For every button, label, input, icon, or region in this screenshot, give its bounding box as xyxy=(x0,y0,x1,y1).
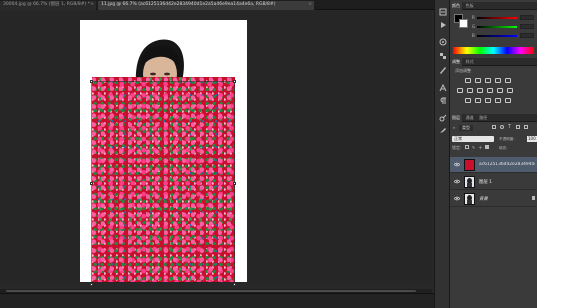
blend-mode-select[interactable]: 正常 xyxy=(452,136,494,142)
layer-thumbnail xyxy=(464,176,475,188)
visibility-eye-icon[interactable] xyxy=(453,179,461,184)
character-icon[interactable] xyxy=(439,83,447,92)
tab-swatches[interactable]: 色板 xyxy=(464,2,476,10)
black-white-icon[interactable] xyxy=(477,88,483,93)
color-balance-icon[interactable] xyxy=(467,88,473,93)
invert-icon[interactable] xyxy=(465,98,471,103)
close-icon[interactable]: × xyxy=(308,1,312,9)
swatches-icon[interactable] xyxy=(439,52,447,60)
layer-thumbnail xyxy=(464,159,475,171)
lock-icon xyxy=(532,196,535,200)
exposure-icon[interactable] xyxy=(495,78,501,83)
gradient-map-icon[interactable] xyxy=(495,98,501,103)
background-color-swatch[interactable] xyxy=(459,19,468,28)
red-value-field[interactable] xyxy=(520,15,534,20)
layers-panel-tabs: 图层 通道 路径 xyxy=(450,114,537,122)
hue-saturation-icon[interactable] xyxy=(457,88,463,93)
vibrance-icon[interactable] xyxy=(505,78,511,83)
opacity-field[interactable]: 100 xyxy=(527,136,537,142)
panels-dock: 颜色 色板 R G B 调整 样式 添加调整 图层 通道 路径 ⌕ 类型 T 正… xyxy=(450,0,537,308)
channel-label-r: R xyxy=(472,15,475,20)
filter-pixel-icon[interactable] xyxy=(492,125,496,129)
panel-icon-strip xyxy=(434,0,450,308)
layer-row[interactable]: 背景 xyxy=(450,191,537,207)
fill-label: 填充: xyxy=(499,146,508,150)
channel-mixer-icon[interactable] xyxy=(497,88,503,93)
visibility-eye-icon[interactable] xyxy=(453,196,461,201)
lock-row: 锁定: ✎ ✛ xyxy=(452,145,490,151)
layer-row[interactable]: ac6125136d42e2834940d1e2a5a46e9ea14a4e6a xyxy=(450,157,537,173)
blue-slider[interactable] xyxy=(477,35,517,37)
layer-name[interactable]: ac6125136d42e2834940d1e2a5a46e9ea14a4e6a xyxy=(479,162,535,167)
tab-styles[interactable]: 样式 xyxy=(464,58,476,66)
document-canvas[interactable] xyxy=(80,20,247,282)
channel-label-b: B xyxy=(472,33,475,38)
document-tab-label: 30004.jpg @ 66.7% (图层 1, RGB/8#) * xyxy=(3,2,90,7)
tab-color[interactable]: 颜色 xyxy=(450,2,462,10)
layer-name[interactable]: 背景 xyxy=(479,196,535,202)
play-icon[interactable] xyxy=(439,21,447,29)
tool-preset-icon[interactable] xyxy=(439,126,447,134)
tab-layers[interactable]: 图层 xyxy=(450,114,462,122)
layer-kind-filter[interactable]: 类型 xyxy=(459,125,473,131)
document-tab-label: 11.jpg @ 66.7% (ac6125136d42e2834940d1e2… xyxy=(101,2,276,7)
filter-shape-icon[interactable] xyxy=(516,125,520,129)
green-value-field[interactable] xyxy=(520,24,534,29)
paragraph-icon[interactable] xyxy=(439,97,447,105)
status-bar xyxy=(0,293,434,308)
curves-icon[interactable] xyxy=(485,78,491,83)
color-lookup-icon[interactable] xyxy=(507,88,513,93)
posterize-icon[interactable] xyxy=(475,98,481,103)
tab-channels[interactable]: 通道 xyxy=(464,114,476,122)
document-tab-bar: 30004.jpg @ 66.7% (图层 1, RGB/8#) * × 11.… xyxy=(0,0,434,10)
adjustments-title: 添加调整 xyxy=(455,68,471,73)
blue-value-field[interactable] xyxy=(520,33,534,38)
layer-thumbnail xyxy=(464,193,475,205)
green-slider[interactable] xyxy=(477,26,517,28)
levels-icon[interactable] xyxy=(475,78,481,83)
document-tab-11[interactable]: 11.jpg @ 66.7% (ac6125136d42e2834940d1e2… xyxy=(98,1,314,10)
filter-type-icon[interactable]: T xyxy=(508,124,511,130)
filter-search-icon[interactable]: ⌕ xyxy=(453,125,455,130)
brightness-contrast-icon[interactable] xyxy=(465,78,471,83)
lock-all-icon[interactable] xyxy=(485,145,490,149)
photo-filter-icon[interactable] xyxy=(487,88,493,93)
tab-adjustments[interactable]: 调整 xyxy=(450,58,462,66)
opacity-label: 不透明度: xyxy=(499,137,515,141)
photoshop-window: 30004.jpg @ 66.7% (图层 1, RGB/8#) * × 11.… xyxy=(0,0,537,308)
threshold-icon[interactable] xyxy=(485,98,491,103)
transform-handle[interactable] xyxy=(233,283,236,286)
red-slider[interactable] xyxy=(477,17,517,19)
transform-handle[interactable] xyxy=(90,283,93,286)
lock-label: 锁定: xyxy=(452,145,462,150)
close-icon[interactable]: × xyxy=(90,1,94,9)
channel-label-g: G xyxy=(472,24,476,29)
document-tab-30004[interactable]: 30004.jpg @ 66.7% (图层 1, RGB/8#) * × xyxy=(0,1,96,10)
floral-fabric-layer[interactable] xyxy=(92,77,235,282)
layer-row[interactable]: 图层 1 xyxy=(450,174,537,190)
adjustments-panel-tabs: 调整 样式 xyxy=(450,58,537,66)
scrollbar-thumb[interactable] xyxy=(6,290,416,292)
layer-filter-bar: ⌕ 类型 T xyxy=(452,124,535,131)
selective-color-icon[interactable] xyxy=(505,98,511,103)
tab-paths[interactable]: 路径 xyxy=(477,114,489,122)
history-icon[interactable] xyxy=(439,8,447,16)
lock-position-icon[interactable]: ✛ xyxy=(479,145,482,150)
lock-pixels-icon[interactable]: ✎ xyxy=(472,145,475,150)
canvas-area[interactable] xyxy=(0,11,432,286)
filter-smart-object-icon[interactable] xyxy=(524,125,528,129)
adjust-icon[interactable] xyxy=(439,38,447,46)
filter-adjustment-icon[interactable] xyxy=(500,125,504,129)
clone-icon[interactable] xyxy=(439,114,447,122)
brush-icon[interactable] xyxy=(439,66,447,74)
layer-name[interactable]: 图层 1 xyxy=(479,179,535,185)
visibility-eye-icon[interactable] xyxy=(453,162,461,167)
color-spectrum-ramp[interactable] xyxy=(453,47,534,54)
color-panel-tabs: 颜色 色板 xyxy=(450,2,537,10)
lock-transparent-icon[interactable] xyxy=(464,145,469,149)
